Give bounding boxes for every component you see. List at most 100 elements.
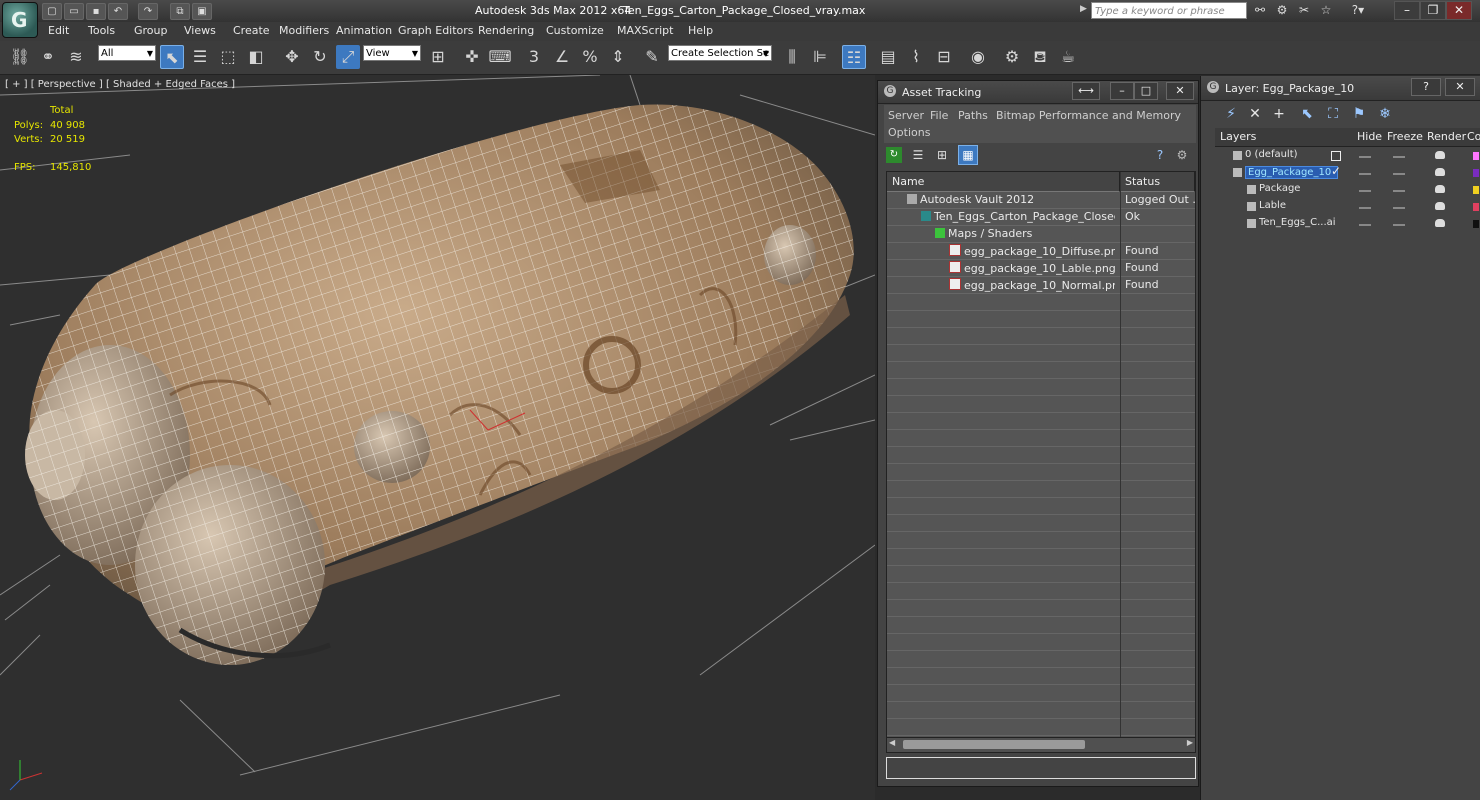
keyboard-shortcut-icon[interactable]: ⌨ (488, 45, 512, 69)
help-icon[interactable]: ?▾ (1350, 3, 1366, 18)
layer-row[interactable]: Lable (1215, 199, 1480, 216)
menu-graph-editors[interactable]: Graph Editors (398, 24, 474, 37)
layer-name[interactable]: Egg_Package_10 (1245, 166, 1339, 179)
open-file-icon[interactable]: ▭ (64, 3, 84, 20)
hide-toggle[interactable] (1359, 224, 1371, 226)
scroll-right-icon[interactable]: ▶ (1187, 738, 1193, 747)
header-render[interactable]: Render (1427, 130, 1466, 143)
menu-edit[interactable]: Edit (48, 24, 69, 37)
minimize-button[interactable]: – (1394, 1, 1420, 20)
menu-customize[interactable]: Customize (546, 24, 604, 37)
render-production-icon[interactable]: ☕ (1056, 45, 1080, 69)
new-file-icon[interactable]: ▢ (42, 3, 62, 20)
layer-color-swatch[interactable] (1473, 152, 1479, 160)
menu-modifiers[interactable]: Modifiers (279, 24, 329, 37)
snaps-toggle-icon[interactable]: 3 (522, 45, 546, 69)
scrollbar-thumb[interactable] (903, 740, 1085, 749)
table-row[interactable]: Maps / Shaders (887, 226, 1195, 243)
freeze-all-layers-icon[interactable]: ❄ (1375, 104, 1395, 124)
list-view-icon[interactable]: ☰ (910, 147, 926, 163)
asset-menu-server[interactable]: Server (888, 109, 924, 122)
layer-manager-icon[interactable]: ☷ (842, 45, 866, 69)
binoculars-icon[interactable]: ⚯ (1252, 3, 1268, 18)
move-icon[interactable]: ✥ (280, 45, 304, 69)
angle-snap-icon[interactable]: ∠ (550, 45, 574, 69)
horizontal-scrollbar[interactable]: ◀ ▶ (886, 737, 1196, 753)
close-button[interactable]: ✕ (1446, 1, 1472, 20)
save-file-icon[interactable]: ▪ (86, 3, 106, 20)
select-object-icon[interactable]: ⬉ (160, 45, 184, 69)
asset-tracking-titlebar[interactable]: G Asset Tracking ⟷ – □ ✕ (878, 81, 1198, 104)
menu-rendering[interactable]: Rendering (478, 24, 534, 37)
help-icon[interactable]: ? (1152, 147, 1168, 163)
layer-color-swatch[interactable] (1473, 186, 1479, 194)
render-teapot-icon[interactable] (1435, 202, 1445, 210)
layer-row[interactable]: Ten_Eggs_C...ai (1215, 216, 1480, 233)
freeze-toggle[interactable] (1393, 173, 1405, 175)
pivot-center-icon[interactable]: ⊞ (426, 45, 450, 69)
rectangular-selection-icon[interactable]: ⬚ (216, 45, 240, 69)
table-view-icon[interactable]: ▦ (958, 145, 978, 165)
undo-icon[interactable]: ↶ (108, 3, 128, 20)
menu-views[interactable]: Views (184, 24, 216, 37)
hide-toggle[interactable] (1359, 207, 1371, 209)
tree-view-icon[interactable]: ⊞ (934, 147, 950, 163)
scroll-left-icon[interactable]: ◀ (889, 738, 895, 747)
header-freeze[interactable]: Freeze (1387, 130, 1423, 143)
table-row[interactable]: Ten_Eggs_Carton_Package_Closed_v... Ok (887, 209, 1195, 226)
hide-toggle[interactable] (1359, 173, 1371, 175)
layer-name[interactable]: 0 (default) (1245, 149, 1298, 160)
rotate-icon[interactable]: ↻ (308, 45, 332, 69)
column-header-status[interactable]: Status (1120, 172, 1195, 192)
favorites-star-icon[interactable]: ☆ (1318, 3, 1334, 18)
layer-help-button[interactable]: ? (1411, 78, 1441, 96)
layer-row[interactable]: 0 (default) (1215, 148, 1480, 165)
hide-toggle[interactable] (1359, 156, 1371, 158)
hide-toggle[interactable] (1359, 190, 1371, 192)
menu-create[interactable]: Create (233, 24, 270, 37)
refresh-icon[interactable]: ↻ (886, 147, 902, 163)
menu-help[interactable]: Help (688, 24, 713, 37)
edit-named-selection-icon[interactable]: ✎ (640, 45, 664, 69)
delete-layer-icon[interactable]: ✕ (1245, 104, 1265, 124)
menu-tools[interactable]: Tools (88, 24, 115, 37)
settings-help-icon[interactable]: ⚙ (1174, 147, 1190, 163)
panel-close-button[interactable]: ✕ (1166, 82, 1194, 100)
search-input[interactable]: Type a keyword or phrase (1091, 2, 1247, 19)
asset-path-field[interactable] (886, 757, 1196, 779)
panel-minimize-button[interactable]: – (1110, 82, 1134, 100)
table-row[interactable]: egg_package_10_Lable.png Found (887, 260, 1195, 277)
scale-icon[interactable]: ⤢ (336, 45, 360, 69)
add-to-layer-icon[interactable]: + (1269, 104, 1289, 124)
render-teapot-icon[interactable] (1435, 168, 1445, 176)
app-logo-icon[interactable]: G (2, 2, 38, 38)
material-editor-icon[interactable]: ◉ (966, 45, 990, 69)
schematic-view-icon[interactable]: ⊟ (932, 45, 956, 69)
percent-snap-icon[interactable]: % (578, 45, 602, 69)
curve-editor-icon[interactable]: ⌇ (904, 45, 928, 69)
layer-name[interactable]: Ten_Eggs_C...ai (1259, 217, 1336, 228)
table-row[interactable]: Autodesk Vault 2012 Logged Out ... (887, 192, 1195, 209)
render-teapot-icon[interactable] (1435, 219, 1445, 227)
render-teapot-icon[interactable] (1435, 185, 1445, 193)
named-selection-dropdown[interactable]: Create Selection Se ▼ (668, 45, 772, 61)
hold-icon[interactable]: ⧉ (170, 3, 190, 20)
chevron-right-icon[interactable]: ▶ (1080, 4, 1087, 14)
asset-menu-paths[interactable]: Paths (958, 109, 988, 122)
viewport-label[interactable]: [ + ] [ Perspective ] [ Shaded + Edged F… (5, 79, 235, 90)
layer-name[interactable]: Package (1259, 183, 1300, 194)
perspective-viewport[interactable]: [ + ] [ Perspective ] [ Shaded + Edged F… (0, 75, 875, 800)
asset-menu-file[interactable]: File (930, 109, 948, 122)
create-layer-icon[interactable]: ⚡ (1221, 104, 1241, 124)
column-header-name[interactable]: Name (887, 172, 1120, 192)
layer-color-swatch[interactable] (1473, 220, 1479, 228)
menu-maxscript[interactable]: MAXScript (617, 24, 673, 37)
highlight-layer-icon[interactable]: ⛶ (1323, 104, 1343, 124)
freeze-toggle[interactable] (1393, 190, 1405, 192)
header-color[interactable]: Co (1467, 130, 1480, 143)
table-row[interactable]: egg_package_10_Normal.png Found (887, 277, 1195, 294)
menu-group[interactable]: Group (134, 24, 168, 37)
menu-animation[interactable]: Animation (336, 24, 392, 37)
select-manipulate-icon[interactable]: ✜ (460, 45, 484, 69)
header-layers[interactable]: Layers (1220, 130, 1256, 143)
